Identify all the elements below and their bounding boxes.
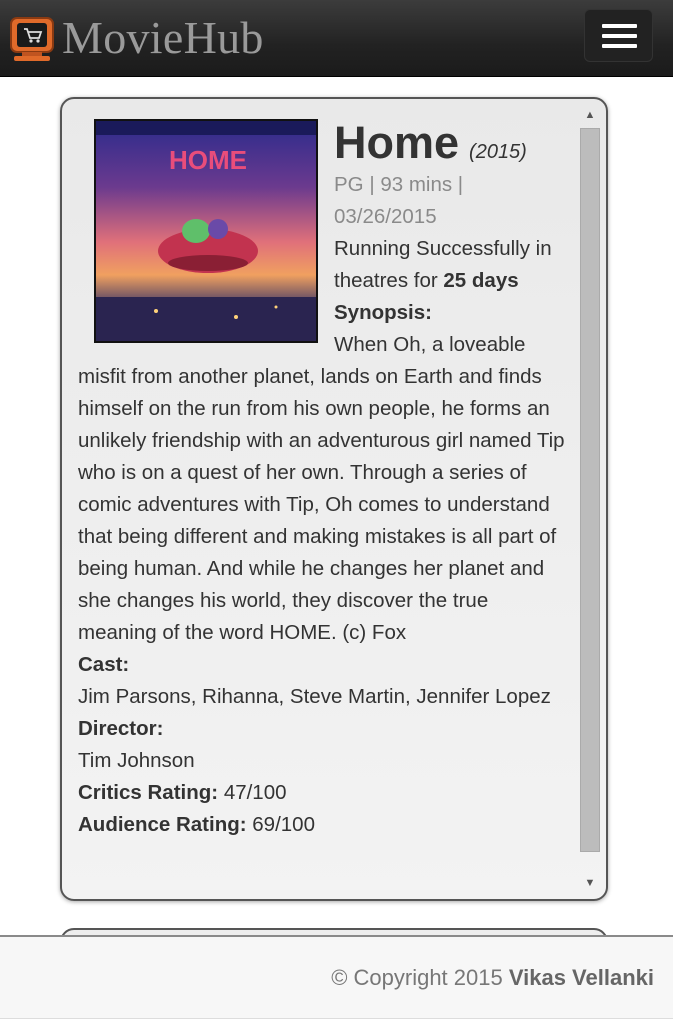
scroll-up-arrow-icon[interactable]: ▲ (579, 104, 601, 126)
movie-poster: HOME (94, 119, 318, 343)
scroll-down-arrow-icon[interactable]: ▼ (579, 872, 601, 894)
brand-link[interactable]: MovieHub (8, 8, 264, 68)
copyright-text: © Copyright 2015 Vikas Vellanki (331, 965, 654, 991)
cast-text: Jim Parsons, Rihanna, Steve Martin, Jenn… (78, 685, 551, 708)
movie-card[interactable]: HOME Home (2015) PG | 93 mins | 03/26/201… (60, 97, 608, 901)
director-text: Tim Johnson (78, 749, 195, 772)
running-days: 25 days (443, 269, 519, 292)
nav-toggle-button[interactable] (584, 9, 653, 62)
copyright-label: © Copyright 2015 (331, 965, 503, 990)
director-label: Director: (78, 717, 164, 740)
movie-card-scroll-area[interactable]: HOME Home (2015) PG | 93 mins | 03/26/201… (78, 115, 566, 895)
copyright-owner: Vikas Vellanki (508, 965, 654, 990)
critics-rating-label: Critics Rating: (78, 781, 219, 804)
synopsis-text: When Oh, a loveable misfit from another … (78, 333, 565, 644)
movie-year: (2015) (469, 141, 527, 163)
audience-rating-label: Audience Rating: (78, 813, 247, 836)
cast-label: Cast: (78, 653, 130, 676)
footer: © Copyright 2015 Vikas Vellanki (0, 935, 673, 1019)
brand-name: MovieHub (62, 12, 264, 63)
navbar: MovieHub (0, 0, 673, 77)
movie-title: Home (334, 117, 460, 168)
tv-cart-icon (8, 12, 58, 64)
audience-rating: Audience Rating: 69/100 (78, 809, 566, 841)
audience-rating-value: 69/100 (252, 813, 315, 836)
critics-rating: Critics Rating: 47/100 (78, 777, 566, 809)
card-scrollbar[interactable]: ▲ ▼ (579, 104, 601, 894)
scrollbar-thumb[interactable] (580, 128, 600, 852)
svg-text:HOME: HOME (169, 145, 247, 175)
critics-rating-value: 47/100 (223, 781, 287, 804)
